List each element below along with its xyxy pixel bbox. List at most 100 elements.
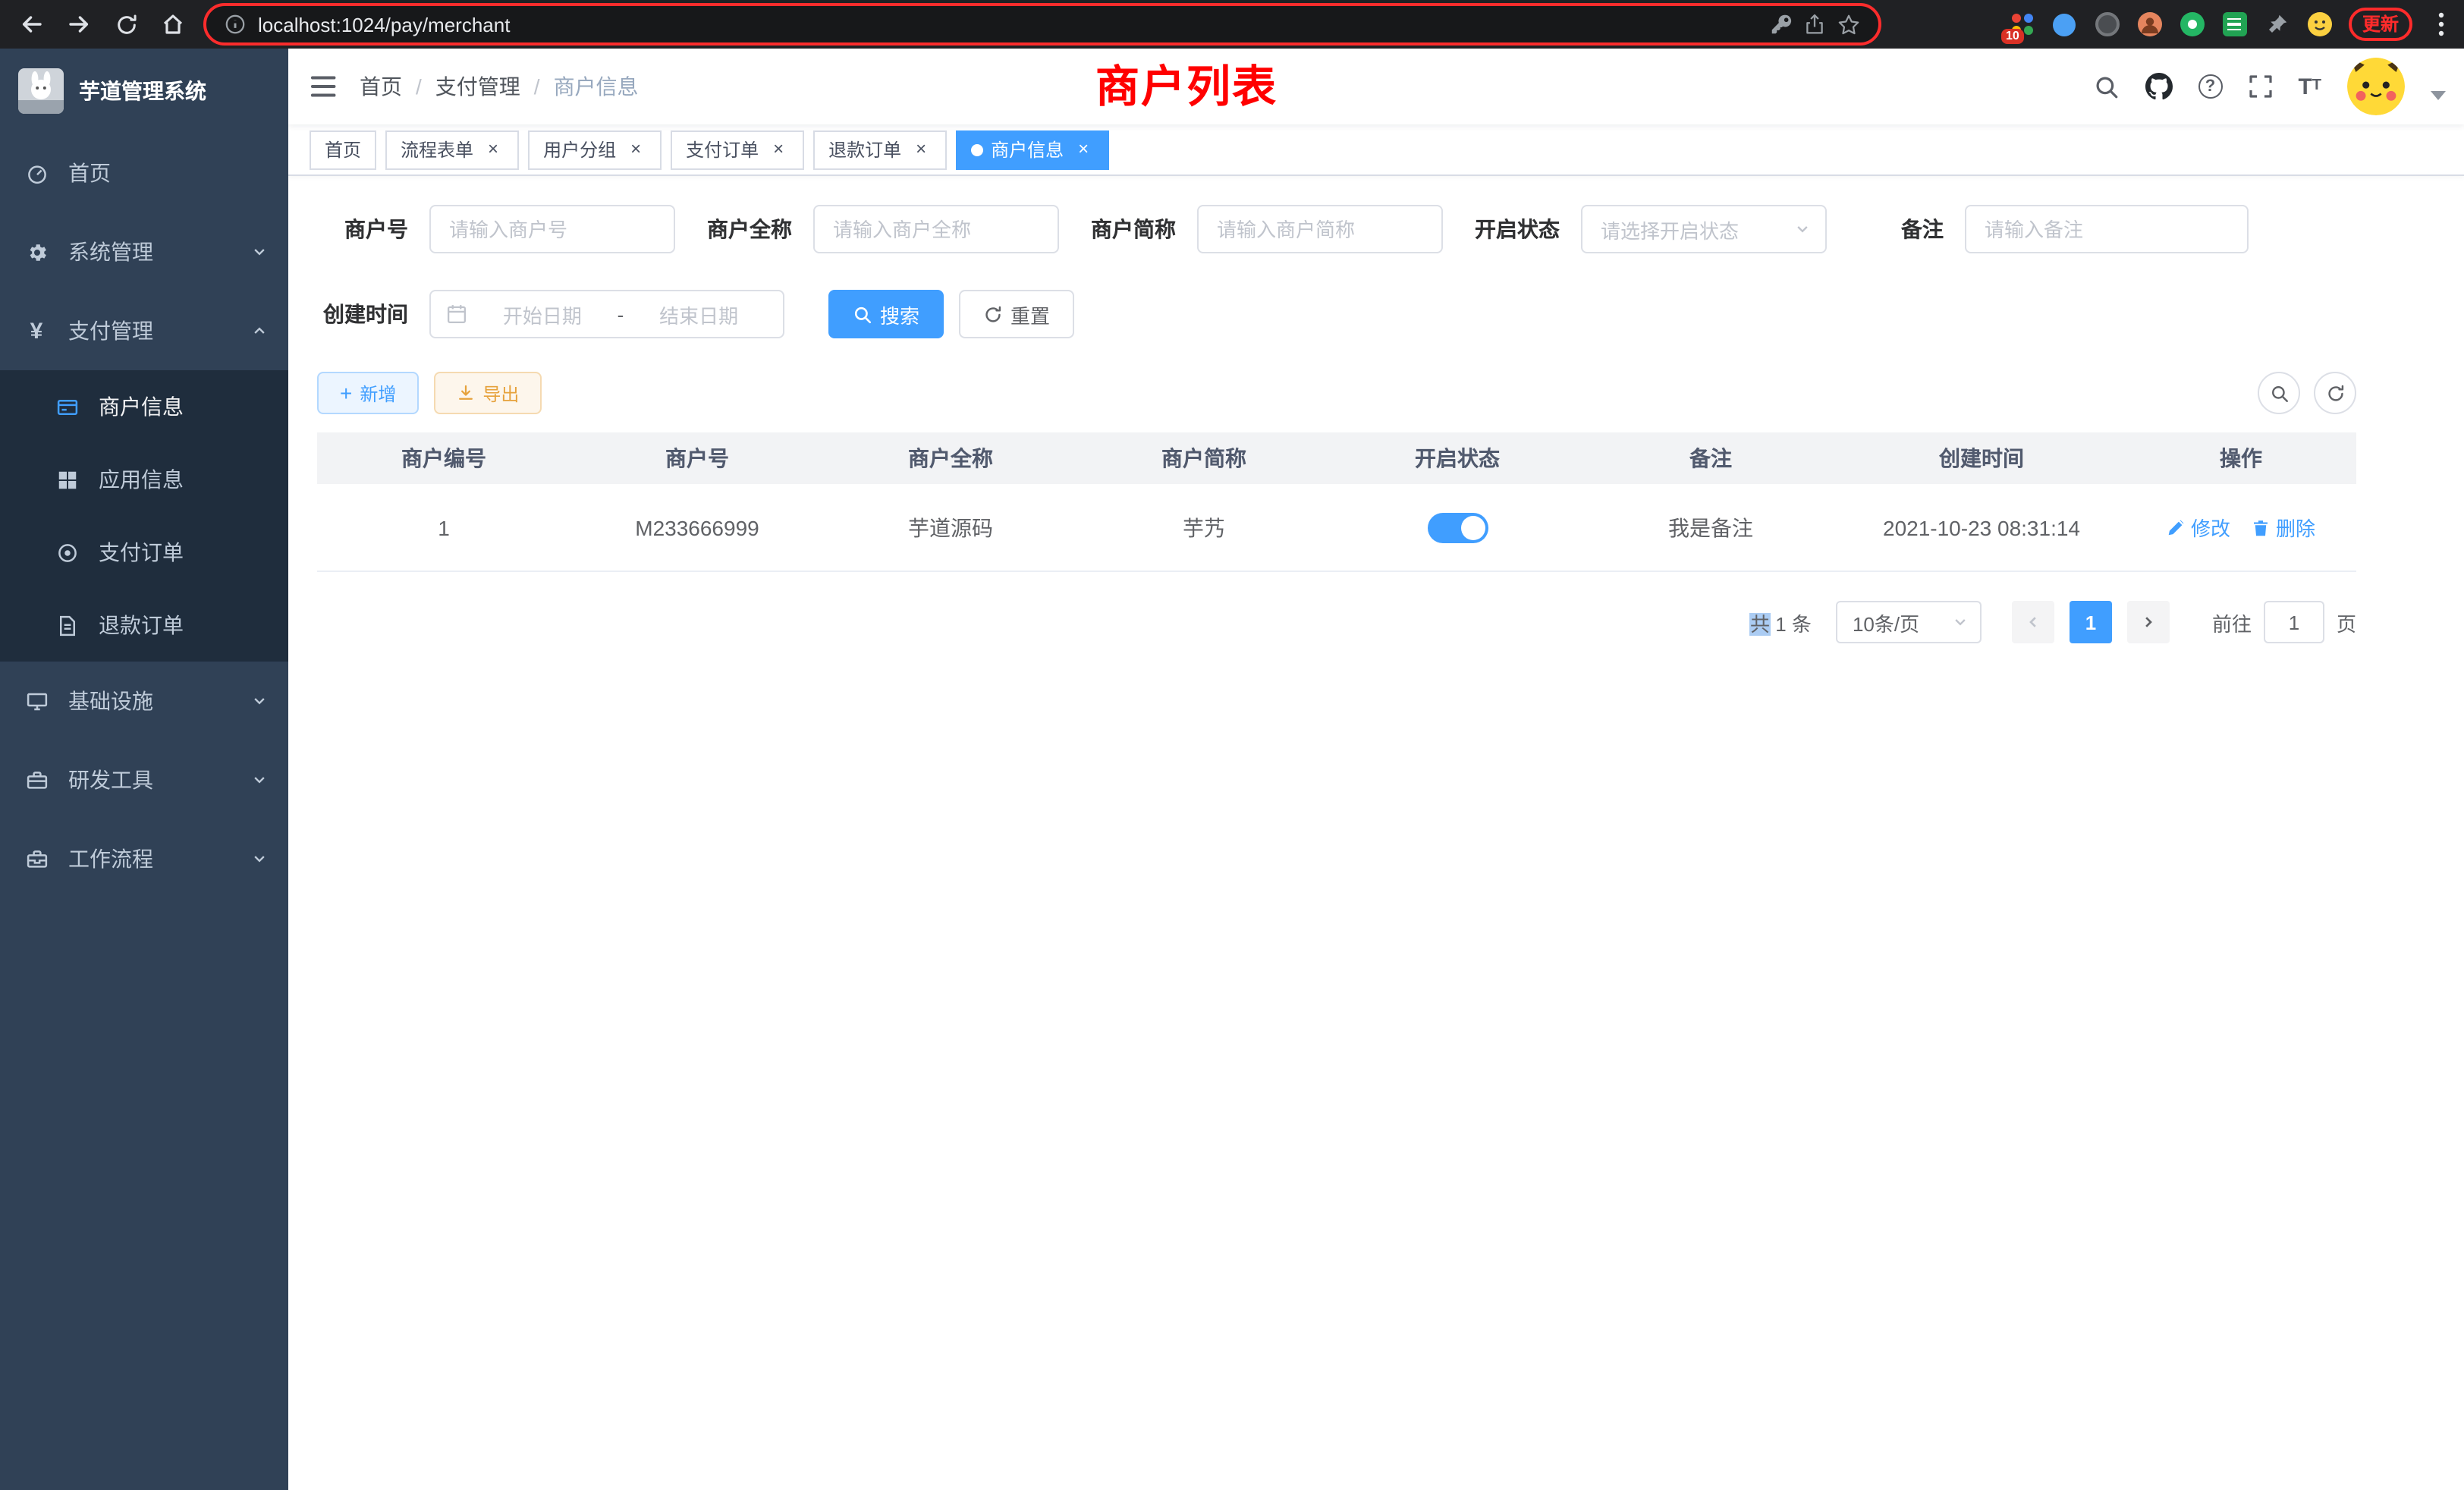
trash-icon — [2252, 518, 2270, 536]
tab-pay-orders[interactable]: 支付订单 × — [671, 130, 804, 169]
app-logo[interactable]: 芋道管理系统 — [0, 49, 288, 134]
tab-label: 商户信息 — [991, 137, 1064, 162]
add-button[interactable]: + 新增 — [317, 372, 419, 414]
status-select-placeholder: 请选择开启状态 — [1601, 215, 1739, 244]
back-icon[interactable] — [11, 5, 53, 44]
edit-link-label: 修改 — [2191, 513, 2230, 542]
toolbox-icon — [24, 768, 49, 792]
merchant-name-input[interactable] — [813, 205, 1059, 253]
status-select[interactable]: 请选择开启状态 — [1581, 205, 1827, 253]
filter-remark: 备注 — [1901, 205, 2249, 253]
sidebar-item-label: 支付管理 — [68, 316, 232, 346]
password-key-icon[interactable] — [1771, 14, 1792, 35]
extension-pin-icon[interactable] — [2264, 11, 2291, 38]
extension-smiley-icon[interactable] — [2306, 11, 2334, 38]
close-icon[interactable]: × — [482, 139, 504, 160]
sidebar-item-infrastructure[interactable]: 基础设施 — [0, 662, 288, 740]
filter-row-1: 商户号 商户全称 商户简称 开启状态 请选择开启状态 — [317, 205, 2356, 253]
user-avatar[interactable] — [2347, 58, 2405, 115]
page-size-select[interactable]: 10条/页 — [1836, 601, 1982, 643]
close-icon[interactable]: × — [910, 139, 932, 160]
tab-merchant-info[interactable]: 商户信息 × — [956, 130, 1109, 169]
tab-user-group[interactable]: 用户分组 × — [528, 130, 662, 169]
refresh-table-button[interactable] — [2314, 372, 2356, 414]
help-icon[interactable]: ? — [2198, 74, 2222, 99]
share-icon[interactable] — [1804, 14, 1825, 35]
font-size-icon[interactable]: TT — [2298, 75, 2321, 98]
sidebar-item-workflow[interactable]: 工作流程 — [0, 819, 288, 898]
page-number-button[interactable]: 1 — [2070, 601, 2112, 643]
col-short-name: 商户简称 — [1077, 432, 1331, 484]
extension-dark-icon[interactable] — [2094, 11, 2121, 38]
bookmark-star-icon[interactable] — [1837, 13, 1860, 36]
pagination: 共 1 条 10条/页 1 前往 页 — [317, 601, 2356, 643]
sidebar-item-dev-tools[interactable]: 研发工具 — [0, 740, 288, 819]
delete-link[interactable]: 删除 — [2252, 513, 2315, 542]
table-row: 1 M233666999 芋道源码 芋艿 我是备注 2021-10-23 08:… — [317, 484, 2356, 572]
tab-refund-orders[interactable]: 退款订单 × — [813, 130, 947, 169]
github-icon[interactable] — [2145, 73, 2172, 100]
filter-create-time-label: 创建时间 — [317, 299, 408, 329]
pagination-total: 共 1 条 — [1750, 608, 1812, 637]
extension-notes-icon[interactable] — [2221, 11, 2249, 38]
sidebar-item-label: 研发工具 — [68, 765, 232, 795]
sidebar-item-merchant-info[interactable]: 商户信息 — [0, 370, 288, 443]
add-button-label: 新增 — [360, 380, 396, 406]
status-toggle[interactable] — [1427, 512, 1488, 542]
merchant-no-input[interactable] — [429, 205, 675, 253]
sidebar-item-payment[interactable]: ¥ 支付管理 — [0, 291, 288, 370]
search-icon[interactable] — [2093, 74, 2119, 99]
edit-link[interactable]: 修改 — [2167, 513, 2230, 542]
prev-page-button[interactable] — [2012, 601, 2054, 643]
reload-icon[interactable] — [105, 5, 147, 44]
remark-input[interactable] — [1965, 205, 2249, 253]
sidebar-item-system[interactable]: 系统管理 — [0, 212, 288, 291]
extension-green-icon[interactable] — [2179, 11, 2206, 38]
extensions-puzzle-icon[interactable]: 10 — [2009, 11, 2036, 38]
page-size-value: 10条/页 — [1853, 608, 1919, 637]
fullscreen-icon[interactable] — [2248, 74, 2272, 99]
export-button[interactable]: 导出 — [434, 372, 542, 414]
breadcrumb-payment[interactable]: 支付管理 — [435, 71, 520, 102]
sidebar-payment-submenu: 商户信息 应用信息 支付订单 退款订单 — [0, 370, 288, 662]
breadcrumb-home[interactable]: 首页 — [360, 71, 402, 102]
breadcrumb-current: 商户信息 — [554, 71, 639, 102]
site-info-icon[interactable] — [225, 14, 246, 35]
extension-avatar-icon[interactable] — [2136, 11, 2164, 38]
forward-icon[interactable] — [58, 5, 100, 44]
table-toolbar: + 新增 导出 — [317, 372, 2356, 414]
hamburger-icon[interactable] — [288, 74, 360, 99]
table-header-row: 商户编号 商户号 商户全称 商户简称 开启状态 备注 创建时间 操作 — [317, 432, 2356, 484]
browser-update-button[interactable]: 更新 — [2349, 8, 2412, 41]
next-page-button[interactable] — [2127, 601, 2170, 643]
tab-home[interactable]: 首页 — [310, 130, 376, 169]
browser-extensions: 10 更新 — [2009, 0, 2455, 49]
cell-short-name: 芋艿 — [1077, 484, 1331, 571]
url-text[interactable]: localhost:1024/pay/merchant — [258, 13, 1758, 36]
sidebar-item-home[interactable]: 首页 — [0, 134, 288, 212]
close-icon[interactable]: × — [1073, 139, 1094, 160]
tab-process-form[interactable]: 流程表单 × — [385, 130, 519, 169]
goto-page-input[interactable] — [2264, 601, 2324, 643]
avatar-caret-icon[interactable] — [2431, 91, 2446, 100]
merchant-short-name-input[interactable] — [1197, 205, 1443, 253]
sidebar-item-pay-orders[interactable]: 支付订单 — [0, 516, 288, 589]
home-icon[interactable] — [152, 5, 194, 44]
reset-button[interactable]: 重置 — [959, 290, 1074, 338]
col-create-time: 创建时间 — [1837, 432, 2126, 484]
close-icon[interactable]: × — [768, 139, 789, 160]
extension-blue-icon[interactable] — [2051, 11, 2079, 38]
sidebar-item-label: 商户信息 — [99, 391, 267, 422]
sidebar-item-app-info[interactable]: 应用信息 — [0, 443, 288, 516]
chevron-up-icon — [252, 323, 267, 338]
address-bar[interactable]: localhost:1024/pay/merchant — [203, 3, 1881, 46]
sidebar-item-refund-orders[interactable]: 退款订单 — [0, 589, 288, 662]
sidebar-item-label: 支付订单 — [99, 537, 267, 567]
date-range-picker[interactable]: 开始日期 - 结束日期 — [429, 290, 784, 338]
browser-menu-icon[interactable] — [2428, 11, 2455, 38]
monitor-icon — [24, 689, 49, 713]
close-icon[interactable]: × — [625, 139, 646, 160]
cell-merchant-no: M233666999 — [570, 484, 824, 571]
toggle-search-button[interactable] — [2258, 372, 2300, 414]
search-button[interactable]: 搜索 — [828, 290, 944, 338]
